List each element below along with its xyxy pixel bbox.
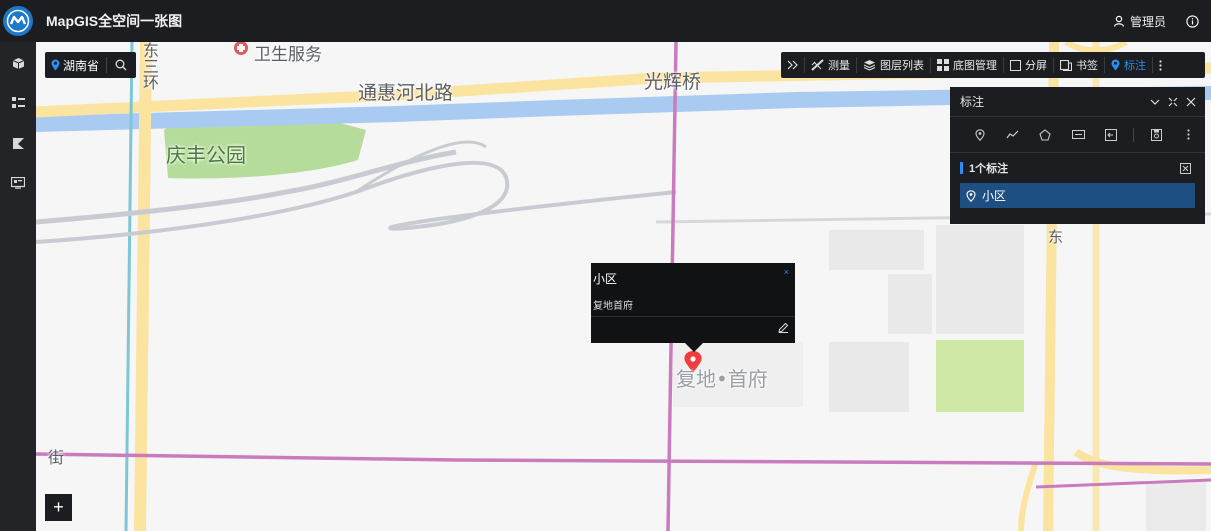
toolbar-measure[interactable]: 测量: [805, 57, 857, 73]
map-label-east: 东: [1048, 228, 1064, 246]
list-icon[interactable]: [9, 94, 27, 112]
split-screen-icon: [1010, 59, 1021, 71]
annotation-panel: 标注 1个标注 小区: [950, 87, 1205, 224]
toolbar-basemap-label: 底图管理: [953, 60, 997, 72]
layers-icon: [863, 60, 876, 71]
marker-icon: [1111, 59, 1120, 71]
annotation-list-item[interactable]: 小区: [960, 183, 1195, 208]
search-button[interactable]: [107, 59, 135, 71]
toolbar-layers[interactable]: 图层列表: [857, 57, 931, 73]
user-name: 管理员: [1129, 14, 1166, 29]
toolbar-mark-label: 标注: [1124, 60, 1146, 72]
map-toolbar: 测量 图层列表 底图管理 分屏 书签 标注: [781, 52, 1205, 78]
map-label-fudi: 复地•首府: [676, 367, 768, 391]
save-tool-icon[interactable]: [1140, 128, 1173, 141]
info-icon[interactable]: [1186, 14, 1199, 28]
toolbar-basemap[interactable]: 底图管理: [931, 57, 1004, 73]
region-search-box: 湖南省: [45, 52, 136, 78]
clear-all-icon[interactable]: [1180, 162, 1191, 174]
toolbar-split[interactable]: 分屏: [1004, 57, 1054, 73]
location-pin-icon: [966, 189, 976, 202]
more-tools-icon[interactable]: [1172, 129, 1205, 140]
toolbar-bookmark-label: 书签: [1076, 60, 1098, 72]
user-menu[interactable]: 管理员: [1113, 13, 1166, 30]
popup-description: 复地首府: [593, 301, 633, 312]
popup-close-button[interactable]: ×: [784, 267, 789, 277]
text-tool-icon[interactable]: [1062, 130, 1095, 139]
tool-separator: [1132, 127, 1134, 142]
toolbar-collapse-button[interactable]: [781, 57, 805, 73]
app-title: MapGIS全空间一张图: [46, 13, 183, 29]
map-label-guanghui-bridge: 光辉桥: [644, 71, 702, 93]
analysis-icon[interactable]: [9, 134, 27, 152]
expand-icon[interactable]: [1168, 97, 1178, 107]
close-icon[interactable]: [1186, 97, 1196, 107]
region-selector[interactable]: 湖南省: [45, 57, 107, 73]
search-icon: [115, 59, 127, 71]
line-tool-icon[interactable]: [997, 130, 1030, 139]
left-sidebar: [0, 42, 36, 531]
accent-bar: [960, 162, 963, 174]
panel-header: 标注: [950, 87, 1205, 117]
chevron-down-icon[interactable]: [1150, 97, 1160, 107]
toolbar-measure-label: 测量: [828, 60, 850, 72]
map-label-street: 街: [48, 448, 65, 467]
panel-title: 标注: [960, 95, 985, 109]
map-label-ring-east: 东三环: [140, 42, 159, 90]
point-tool-icon[interactable]: [964, 128, 997, 141]
annotation-item-label: 小区: [982, 189, 1007, 203]
toolbar-layers-label: 图层列表: [880, 60, 924, 72]
toolbar-bookmark[interactable]: 书签: [1054, 57, 1105, 73]
panel-controls: [1150, 97, 1205, 107]
zoom-in-button[interactable]: +: [45, 494, 72, 521]
cube-icon[interactable]: [9, 54, 27, 72]
annotation-count-row: 1个标注: [950, 153, 1205, 183]
annotation-count: 1个标注: [969, 163, 1009, 175]
header-right: 管理员: [1113, 0, 1199, 42]
map-label-tonghui-road: 通惠河北路: [358, 82, 454, 104]
location-pin-icon: [51, 59, 60, 71]
toolbar-split-label: 分屏: [1025, 60, 1047, 72]
header-bar: MapGIS全空间一张图 管理员: [0, 0, 1211, 42]
map-label-park: 庆丰公园: [166, 143, 246, 167]
app-logo-icon: [3, 6, 33, 36]
monitor-icon[interactable]: [9, 174, 27, 192]
user-icon: [1113, 15, 1125, 27]
edit-pencil-icon[interactable]: [778, 322, 789, 333]
bookmark-icon: [1060, 59, 1072, 71]
popup-title: 小区: [593, 272, 618, 286]
polygon-tool-icon[interactable]: [1029, 128, 1062, 141]
ruler-icon: [811, 59, 824, 71]
annotation-tools: [950, 117, 1205, 153]
popup-divider: [591, 316, 795, 317]
region-name: 湖南省: [63, 58, 100, 73]
map-label-health: 卫生服务: [254, 45, 322, 65]
annotation-popup: 小区 × 复地首府: [591, 263, 795, 343]
import-tool-icon[interactable]: [1094, 128, 1127, 141]
app: MapGIS全空间一张图 管理员 卫生服务 通惠河北路 光辉桥 庆丰公园 复地•…: [0, 0, 1211, 531]
toolbar-mark[interactable]: 标注: [1105, 57, 1153, 73]
more-vertical-icon: [1159, 59, 1162, 71]
toolbar-more-button[interactable]: [1153, 57, 1168, 73]
double-chevron-right-icon: [787, 60, 798, 70]
grid-icon: [937, 59, 949, 71]
popup-pointer: [685, 343, 703, 352]
